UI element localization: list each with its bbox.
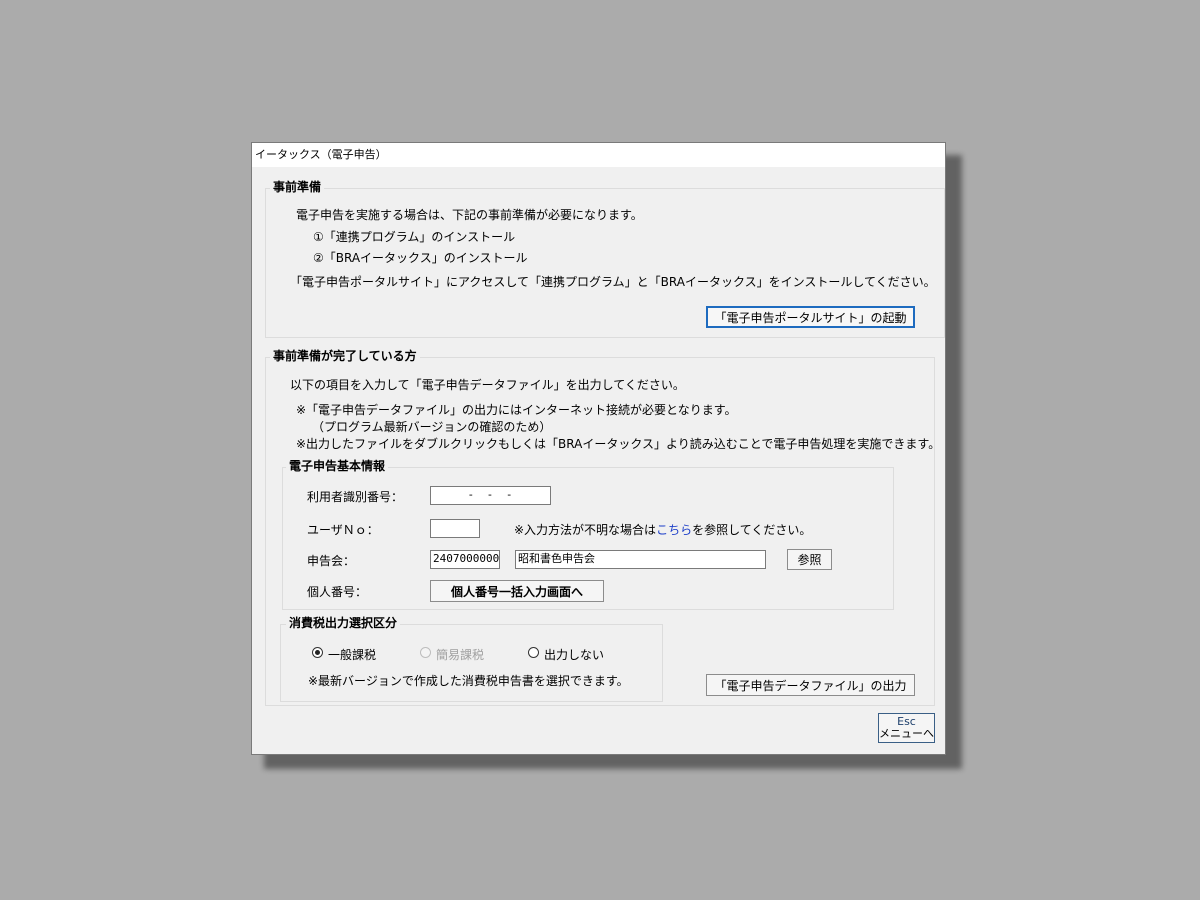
radio-simplified-label: 簡易課税 bbox=[436, 648, 485, 662]
prep-item-1: ①「連携プログラム」のインストール bbox=[313, 230, 516, 244]
assoc-name-value: 昭和書色申告会 bbox=[518, 552, 595, 565]
user-no-help: ※入力方法が不明な場合はこちらを参照してください。 bbox=[514, 521, 811, 538]
user-no-label: ユーザＮｏ： bbox=[307, 523, 379, 537]
assoc-label: 申告会： bbox=[307, 554, 356, 568]
consumption-tax-group bbox=[280, 624, 663, 702]
done-note-1b: （プログラム最新バージョンの確認のため） bbox=[312, 420, 552, 434]
done-note-1: ※「電子申告データファイル」の出力にはインターネット接続が必要となります。 bbox=[296, 403, 737, 417]
help-suffix: を参照してください。 bbox=[692, 523, 812, 537]
prep-item-2: ②「BRAイータックス」のインストール bbox=[313, 251, 528, 265]
done-note-2: ※出力したファイルをダブルクリックもしくは「BRAイータックス」より読み込むこと… bbox=[296, 437, 941, 451]
consumption-tax-note: ※最新バージョンで作成した消費税申告書を選択できます。 bbox=[308, 674, 629, 688]
browse-button[interactable]: 参照 bbox=[787, 549, 832, 570]
user-id-input[interactable]: - - - bbox=[430, 486, 551, 505]
portal-launch-button[interactable]: 「電子申告ポータルサイト」の起動 bbox=[706, 306, 915, 328]
prep-note: 「電子申告ポータルサイト」にアクセスして「連携プログラム」と「BRAイータックス… bbox=[290, 275, 936, 289]
radio-no-output[interactable] bbox=[528, 647, 539, 658]
etax-dialog: イータックス（電子申告） 事前準備 電子申告を実施する場合は、下記の事前準備が必… bbox=[251, 142, 946, 755]
consumption-tax-legend: 消費税出力選択区分 bbox=[286, 616, 401, 630]
output-data-file-button[interactable]: 「電子申告データファイル」の出力 bbox=[706, 674, 915, 696]
radio-general-label[interactable]: 一般課税 bbox=[328, 646, 376, 663]
radio-no-output-label[interactable]: 出力しない bbox=[544, 646, 604, 663]
user-id-label: 利用者識別番号： bbox=[307, 490, 404, 504]
radio-general-taxation[interactable] bbox=[312, 647, 323, 658]
menu-button-label: メニューへ bbox=[879, 727, 934, 740]
assoc-code-input[interactable]: 2407000000 bbox=[430, 550, 500, 569]
assoc-name-input[interactable]: 昭和書色申告会 bbox=[515, 550, 766, 569]
prep-legend: 事前準備 bbox=[270, 180, 325, 194]
radio-simplified-taxation bbox=[420, 647, 431, 658]
done-intro: 以下の項目を入力して「電子申告データファイル」を出力してください。 bbox=[290, 378, 685, 392]
done-legend: 事前準備が完了している方 bbox=[270, 349, 420, 363]
help-link[interactable]: こちら bbox=[656, 523, 692, 537]
personal-number-bulk-button[interactable]: 個人番号一括入力画面へ bbox=[430, 580, 604, 602]
prep-intro: 電子申告を実施する場合は、下記の事前準備が必要になります。 bbox=[296, 208, 643, 222]
assoc-code-value: 2407000000 bbox=[433, 552, 500, 565]
menu-button[interactable]: Esc メニューへ bbox=[878, 713, 935, 743]
basic-info-legend: 電子申告基本情報 bbox=[286, 459, 389, 473]
user-no-input[interactable] bbox=[430, 519, 480, 538]
help-prefix: ※入力方法が不明な場合は bbox=[514, 523, 657, 537]
window-title: イータックス（電子申告） bbox=[252, 143, 945, 167]
personal-number-label: 個人番号： bbox=[307, 585, 368, 599]
user-id-value: - - - bbox=[467, 488, 516, 501]
